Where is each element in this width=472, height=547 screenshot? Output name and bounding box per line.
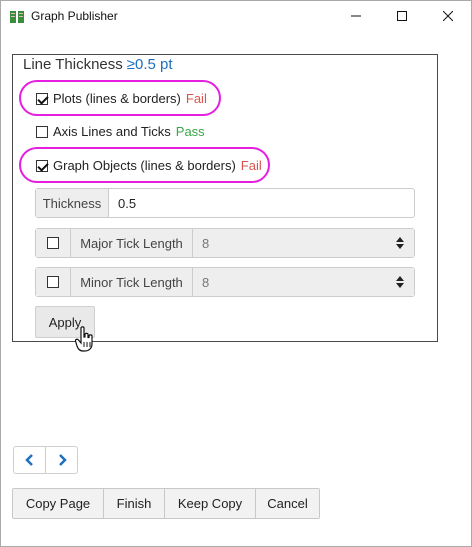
- axis-label: Axis Lines and Ticks: [53, 124, 171, 139]
- minor-tick-field: Minor Tick Length 8: [35, 267, 415, 297]
- graph-publisher-window: Graph Publisher Line Thickness ≥0.5 pt Pl…: [0, 0, 472, 547]
- title-bar: Graph Publisher: [1, 1, 471, 33]
- window-title: Graph Publisher: [31, 9, 118, 23]
- major-tick-label: Major Tick Length: [71, 229, 193, 257]
- minor-tick-value: 8: [202, 274, 210, 290]
- close-icon: [443, 11, 453, 21]
- close-button[interactable]: [425, 1, 471, 31]
- select-arrows-icon: [396, 237, 404, 249]
- axis-status: Pass: [175, 124, 205, 139]
- finish-button[interactable]: Finish: [103, 489, 164, 518]
- minimize-button[interactable]: [333, 1, 379, 31]
- chevron-right-icon: [58, 454, 67, 466]
- major-tick-value: 8: [202, 235, 210, 251]
- select-arrows-icon: [396, 276, 404, 288]
- axis-checkbox[interactable]: [36, 125, 48, 138]
- major-tick-checkbox[interactable]: [47, 237, 59, 249]
- graph-objects-status: Fail: [240, 158, 262, 173]
- group-legend: Line Thickness ≥0.5 pt: [19, 56, 177, 73]
- major-tick-checkbox-addon[interactable]: [36, 229, 71, 257]
- maximize-icon: [397, 11, 407, 21]
- cancel-button[interactable]: Cancel: [255, 489, 319, 518]
- footer-button-group: Copy Page Finish Keep Copy Cancel: [12, 488, 320, 519]
- minor-tick-checkbox[interactable]: [47, 276, 59, 288]
- copy-page-button[interactable]: Copy Page: [13, 489, 103, 518]
- group-title: Line Thickness: [23, 56, 123, 73]
- plots-status: Fail: [185, 91, 207, 106]
- graph-objects-label: Graph Objects (lines & borders): [53, 158, 236, 173]
- graph-publisher-icon: [9, 10, 25, 24]
- graph-objects-checkbox[interactable]: [36, 159, 48, 172]
- maximize-button[interactable]: [379, 1, 425, 31]
- minor-tick-select[interactable]: 8: [193, 268, 414, 296]
- plots-check-row[interactable]: Plots (lines & borders) Fail: [36, 91, 207, 106]
- chevron-left-icon: [24, 454, 33, 466]
- thickness-criterion: ≥0.5 pt: [126, 56, 173, 73]
- minor-tick-label: Minor Tick Length: [71, 268, 193, 296]
- minor-tick-checkbox-addon[interactable]: [36, 268, 71, 296]
- major-tick-select[interactable]: 8: [193, 229, 414, 257]
- graph-objects-check-row[interactable]: Graph Objects (lines & borders) Fail: [36, 158, 262, 173]
- minimize-icon: [351, 15, 361, 17]
- thickness-input[interactable]: 0.5: [109, 189, 136, 217]
- keep-copy-button[interactable]: Keep Copy: [164, 489, 255, 518]
- major-tick-field: Major Tick Length 8: [35, 228, 415, 258]
- plots-checkbox[interactable]: [36, 92, 48, 105]
- plots-label: Plots (lines & borders): [53, 91, 181, 106]
- page-nav: [13, 446, 78, 474]
- next-page-button[interactable]: [45, 447, 77, 473]
- hand-pointer-icon: [74, 326, 95, 352]
- thickness-label: Thickness: [36, 189, 109, 217]
- thickness-field: Thickness 0.5: [35, 188, 415, 218]
- axis-check-row[interactable]: Axis Lines and Ticks Pass: [36, 124, 205, 139]
- prev-page-button[interactable]: [14, 447, 45, 473]
